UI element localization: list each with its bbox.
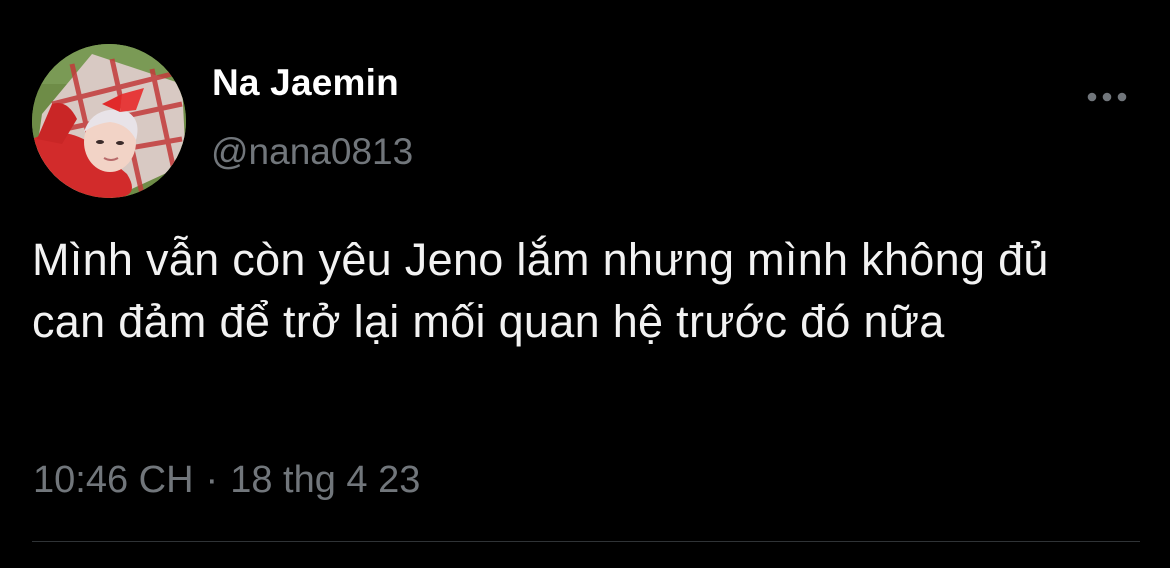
more-options-button[interactable]: [1080, 80, 1134, 114]
meta-separator: ·: [205, 459, 219, 501]
divider: [32, 541, 1140, 542]
tweet-date[interactable]: 18 thg 4 23: [230, 459, 420, 501]
tweet-meta: 10:46 CH · 18 thg 4 23: [33, 459, 420, 502]
tweet[interactable]: Na Jaemin @nana0813 Mình vẫn còn yêu Jen…: [0, 0, 1170, 568]
more-horizontal-icon: [1087, 92, 1127, 102]
author-handle[interactable]: @nana0813: [211, 131, 413, 173]
tweet-time[interactable]: 10:46 CH: [33, 459, 194, 501]
avatar-image: [32, 44, 186, 198]
avatar[interactable]: [32, 44, 186, 198]
author-display-name[interactable]: Na Jaemin: [212, 62, 399, 104]
tweet-text: Mình vẫn còn yêu Jeno lắm nhưng mình khô…: [32, 234, 1049, 347]
